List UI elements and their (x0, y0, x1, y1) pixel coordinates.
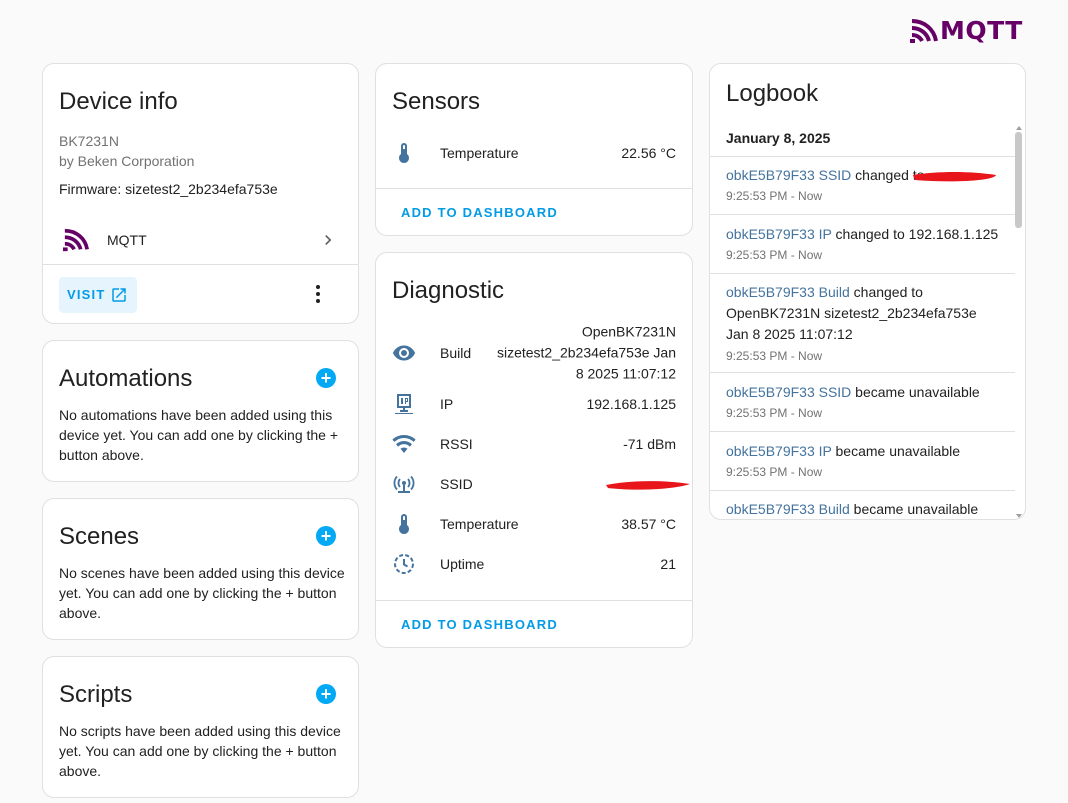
scrollbar-thumb[interactable] (1015, 132, 1022, 228)
log-time: 9:25:53 PM - Now (726, 465, 823, 479)
scripts-empty-text: No scripts have been added using this de… (59, 723, 341, 779)
diagnostic-row-rssi[interactable]: RSSI -71 dBm (376, 424, 692, 464)
mqtt-integration-icon (63, 228, 89, 252)
log-entity-link[interactable]: obkE5B79F33 Build (726, 284, 850, 300)
log-entry[interactable]: obkE5B79F33 IP changed to 192.168.1.125 … (710, 216, 1015, 274)
diagnostic-row-build[interactable]: Build OpenBK7231N sizetest2_2b234efa753e… (376, 321, 692, 385)
diagnostic-value-build: OpenBK7231N sizetest2_2b234efa753e Jan 8… (496, 323, 676, 382)
thermometer-icon (399, 514, 409, 534)
diagnostic-row-ip[interactable]: IP 192.168.1.125 (376, 384, 692, 424)
ssid-redaction-mark (606, 481, 690, 490)
diagnostic-value-ip: 192.168.1.125 (586, 396, 676, 412)
integration-label: MQTT (107, 232, 147, 248)
device-info-card: Device info BK7231N by Beken Corporation… (42, 63, 359, 324)
diagnostic-label-uptime: Uptime (440, 556, 485, 572)
scenes-empty-text: No scenes have been added using this dev… (59, 565, 345, 621)
scenes-card: Scenes + No scenes have been added using… (42, 498, 359, 640)
mqtt-logo-icon (910, 18, 938, 43)
log-time: 9:25:53 PM - Now (726, 406, 823, 420)
log-entry[interactable]: obkE5B79F33 Build became unavailable (710, 492, 1015, 519)
device-model: BK7231N (59, 133, 119, 149)
logbook-title: Logbook (726, 80, 819, 107)
log-entity-link[interactable]: obkE5B79F33 Build (726, 501, 850, 517)
automations-card: Automations + No automations have been a… (42, 340, 359, 482)
log-entity-link[interactable]: obkE5B79F33 SSID (726, 384, 851, 400)
log-entity-link[interactable]: obkE5B79F33 SSID (726, 167, 851, 183)
scroll-up-arrow[interactable] (1016, 126, 1022, 130)
sensor-label: Temperature (440, 145, 519, 161)
log-message: became unavailable (849, 501, 979, 517)
add-scene-button[interactable]: + (316, 526, 336, 546)
device-manufacturer: by Beken Corporation (59, 153, 195, 169)
integration-mqtt-row[interactable]: MQTT (43, 218, 358, 262)
log-message: became unavailable (851, 384, 980, 400)
sensors-title: Sensors (392, 88, 481, 115)
visit-label: VISIT (67, 287, 106, 302)
log-entry[interactable]: obkE5B79F33 Build changed to OpenBK7231N… (710, 275, 1015, 373)
sensor-row-temperature[interactable]: Temperature 22.56 °C (376, 133, 692, 173)
add-automation-button[interactable]: + (316, 368, 336, 388)
diagnostic-row-ssid[interactable]: SSID (376, 464, 692, 504)
wifi-icon (392, 435, 416, 453)
diagnostic-value-rssi: -71 dBm (623, 436, 676, 452)
diagnostic-label-temperature: Temperature (440, 516, 519, 532)
add-script-button[interactable]: + (316, 684, 336, 704)
log-time: 9:25:53 PM - Now (726, 189, 823, 203)
device-info-title: Device info (59, 88, 178, 115)
sensors-divider (376, 188, 692, 189)
ip-network-icon (395, 394, 413, 414)
scenes-title: Scenes (59, 523, 140, 550)
automations-title: Automations (59, 365, 193, 392)
sensor-value: 22.56 °C (621, 145, 676, 161)
logbook-date: January 8, 2025 (726, 130, 831, 146)
scroll-down-arrow[interactable] (1016, 514, 1022, 518)
log-message: changed to 192.168.1.125 (831, 226, 999, 242)
logbook-card: Logbook January 8, 2025 obkE5B79F33 SSID… (709, 63, 1026, 520)
diagnostic-value-temperature: 38.57 °C (621, 516, 676, 532)
more-vertical-icon[interactable] (306, 282, 330, 306)
diagnostic-label-ip: IP (440, 396, 454, 412)
log-entry[interactable]: obkE5B79F33 IP became unavailable 9:25:5… (710, 433, 1015, 491)
diagnostic-label-ssid: SSID (440, 476, 473, 492)
access-point-icon (393, 475, 415, 493)
log-entity-link[interactable]: obkE5B79F33 IP (726, 226, 832, 242)
diagnostic-row-uptime[interactable]: Uptime 21 (376, 544, 692, 584)
diagnostic-add-to-dashboard-button[interactable]: ADD TO DASHBOARD (401, 617, 558, 632)
log-entity-link[interactable]: obkE5B79F33 IP (726, 443, 832, 459)
thermometer-icon (399, 143, 409, 163)
logbook-scrollbar[interactable] (1015, 126, 1023, 518)
diagnostic-title: Diagnostic (392, 277, 505, 304)
device-info-divider (43, 264, 358, 265)
diagnostic-label-rssi: RSSI (440, 436, 473, 452)
diagnostic-row-temperature[interactable]: Temperature 38.57 °C (376, 504, 692, 544)
brand-name: MQTT (940, 16, 1023, 45)
sensors-add-to-dashboard-button[interactable]: ADD TO DASHBOARD (401, 205, 558, 220)
log-time: 9:25:53 PM - Now (726, 349, 823, 363)
clock-icon (394, 554, 414, 574)
device-firmware: Firmware: sizetest2_2b234efa753e (59, 181, 278, 197)
log-message: became unavailable (831, 443, 961, 459)
visit-button[interactable]: VISIT (59, 277, 137, 313)
diagnostic-value-uptime: 21 (660, 556, 676, 572)
mqtt-brand-logo: MQTT (910, 16, 1023, 45)
diagnostic-card: Diagnostic Build OpenBK7231N sizetest2_2… (375, 252, 693, 648)
scripts-title: Scripts (59, 681, 133, 708)
automations-empty-text: No automations have been added using thi… (59, 407, 339, 463)
eye-icon (393, 345, 415, 361)
log-ssid-redaction-mark (913, 172, 996, 182)
sensors-card: Sensors Temperature 22.56 °C ADD TO DASH… (375, 63, 693, 236)
chevron-right-icon (325, 235, 332, 245)
log-time: 9:25:53 PM - Now (726, 248, 823, 262)
diagnostic-label-build: Build (440, 345, 472, 361)
log-entry[interactable]: obkE5B79F33 SSID became unavailable 9:25… (710, 374, 1015, 432)
log-entry[interactable]: obkE5B79F33 SSID changed to 9:25:53 PM -… (710, 157, 1015, 215)
open-in-new-icon (112, 288, 126, 302)
diagnostic-divider (376, 600, 692, 601)
scripts-card: Scripts + No scripts have been added usi… (42, 656, 359, 798)
